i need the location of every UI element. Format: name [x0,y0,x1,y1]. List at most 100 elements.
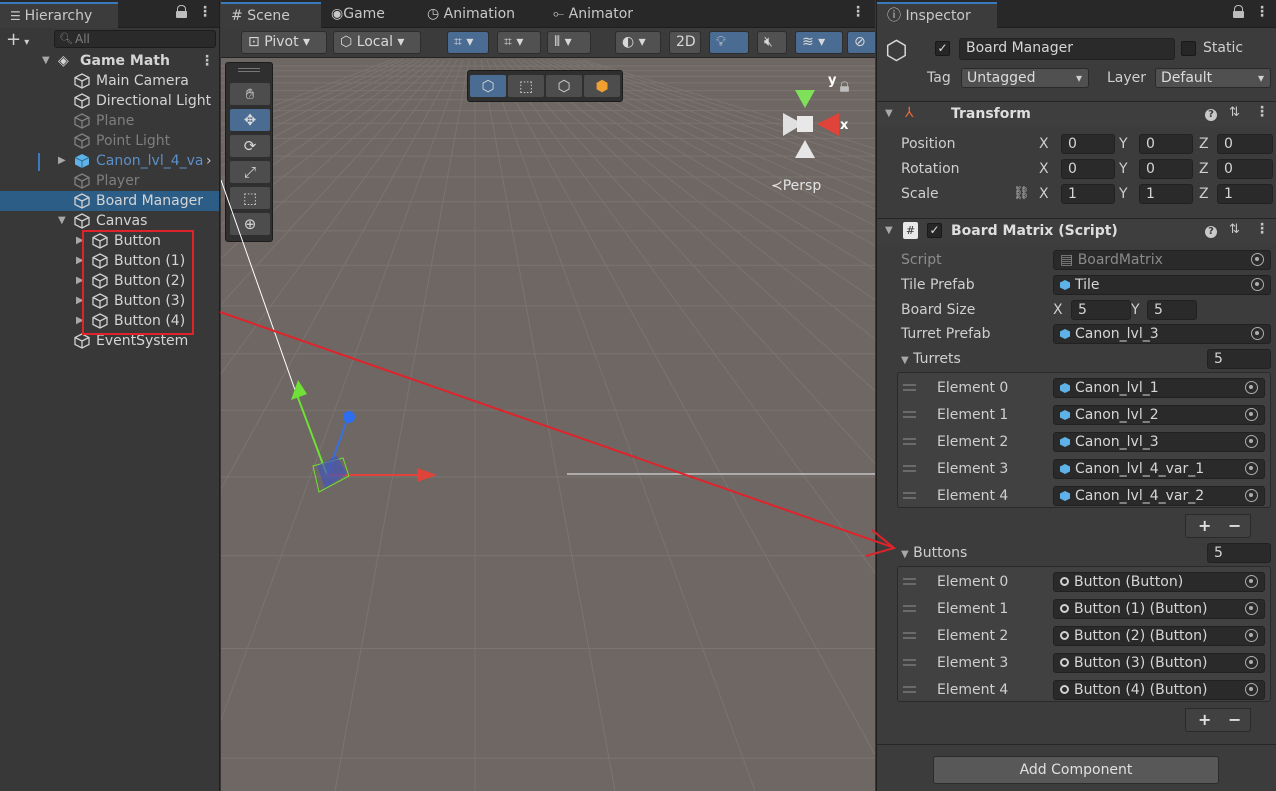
transform-fold-icon[interactable]: ▼ [885,108,893,119]
board-matrix-preset-icon[interactable]: ⇅ [1229,222,1240,237]
reorder-handle-icon[interactable] [903,492,916,499]
object-picker-target-icon[interactable] [1245,381,1258,394]
hierarchy-item-button-4[interactable]: ▶ Button (4) [0,311,219,331]
open-prefab-chevron-icon[interactable]: › [206,151,212,171]
buttons-remove-button[interactable]: − [1228,710,1241,729]
reorder-handle-icon[interactable] [903,578,916,585]
hierarchy-item-canon-lvl-4[interactable]: ▶ Canon_lvl_4_va › [0,151,219,171]
board-size-y-field[interactable]: 5 [1147,300,1197,320]
object-picker-target-icon[interactable] [1245,489,1258,502]
tile-prefab-target-icon[interactable] [1251,278,1264,291]
position-x-field[interactable]: 0 [1061,134,1115,154]
expand-arrow-icon[interactable]: ▶ [76,231,86,251]
expand-arrow-icon[interactable]: ▼ [58,211,68,231]
hierarchy-item-point-light[interactable]: Point Light [0,131,219,151]
buttons-element-field[interactable]: Button (4) (Button) [1053,680,1265,700]
active-checkbox[interactable]: ✓ [935,41,950,56]
rotation-x-field[interactable]: 0 [1061,159,1115,179]
transform-header[interactable]: ▼ ⅄ Transform ? ⇅ ⋮ [877,101,1276,127]
constrain-proportions-icon[interactable]: ⛓︎ [1013,186,1030,201]
object-picker-target-icon[interactable] [1245,575,1258,588]
reorder-handle-icon[interactable] [903,605,916,612]
scale-z-field[interactable]: 1 [1217,184,1273,204]
buttons-fold-icon[interactable]: ▼ [901,549,909,560]
rotation-y-field[interactable]: 0 [1139,159,1193,179]
layer-dropdown[interactable]: Default [1155,68,1271,88]
buttons-element-field[interactable]: Button (Button) [1053,572,1265,592]
expand-arrow-icon[interactable]: ▼ [42,51,52,71]
reorder-handle-icon[interactable] [903,465,916,472]
turrets-element-field[interactable]: Canon_lvl_1 [1053,378,1265,398]
reorder-handle-icon[interactable] [903,384,916,391]
buttons-size-field[interactable]: 5 [1207,543,1271,563]
position-y-field[interactable]: 0 [1139,134,1193,154]
scale-x-field[interactable]: 1 [1061,184,1115,204]
hierarchy-item-button-0[interactable]: ▶ Button [0,231,219,251]
x-axis-arrow-icon[interactable] [417,468,437,482]
scene-root-row[interactable]: ▼ ◈ Game Math ⋮ [0,51,219,71]
buttons-element-field[interactable]: Button (2) (Button) [1053,626,1265,646]
tab-inspector[interactable]: ⓘ Inspector [877,2,997,28]
turrets-element-field[interactable]: Canon_lvl_4_var_2 [1053,486,1265,506]
hierarchy-search-input[interactable]: 🔍︎ All [54,30,216,48]
reorder-handle-icon[interactable] [903,632,916,639]
board-size-x-field[interactable]: 5 [1071,300,1131,320]
y-axis-arrow-icon[interactable] [291,380,307,400]
tag-dropdown[interactable]: Untagged [961,68,1089,88]
object-picker-target-icon[interactable] [1245,435,1258,448]
hierarchy-item-button-1[interactable]: ▶ Button (1) [0,251,219,271]
object-picker-target-icon[interactable] [1245,408,1258,421]
expand-arrow-icon[interactable]: ▶ [76,311,86,331]
turrets-element-field[interactable]: Canon_lvl_3 [1053,432,1265,452]
object-picker-target-icon[interactable] [1245,629,1258,642]
expand-arrow-icon[interactable]: ▶ [76,271,86,291]
move-handle-gizmo[interactable] [221,0,875,791]
board-matrix-fold-icon[interactable]: ▼ [885,225,893,236]
object-name-field[interactable]: Board Manager [959,38,1175,60]
z-axis-handle-icon[interactable] [343,411,355,423]
add-component-button[interactable]: Add Component [933,756,1219,784]
hierarchy-item-button-2[interactable]: ▶ Button (2) [0,271,219,291]
buttons-add-button[interactable]: + [1198,710,1211,729]
reorder-handle-icon[interactable] [903,438,916,445]
turrets-foldout[interactable]: ▼ Turrets [901,351,961,367]
scene-panel[interactable]: # Scene ◉Game ◷ Animation ⟜ Animator ⋮ ⊡… [221,0,875,791]
hierarchy-item-main-camera[interactable]: Main Camera [0,71,219,91]
inspector-lock-icon[interactable] [1233,5,1244,19]
hierarchy-item-player[interactable]: Player [0,171,219,191]
turrets-element-field[interactable]: Canon_lvl_4_var_1 [1053,459,1265,479]
inspector-more-icon[interactable]: ⋮ [1255,4,1269,20]
reorder-handle-icon[interactable] [903,659,916,666]
hierarchy-item-event-system[interactable]: EventSystem [0,331,219,351]
turrets-size-field[interactable]: 5 [1207,349,1271,369]
board-matrix-more-icon[interactable]: ⋮ [1255,221,1269,237]
board-matrix-enabled-checkbox[interactable]: ✓ [927,223,942,238]
expand-arrow-icon[interactable]: ▶ [58,151,68,171]
create-button[interactable]: + ▾ [6,29,29,50]
buttons-element-field[interactable]: Button (3) (Button) [1053,653,1265,673]
more-options-icon[interactable]: ⋮ [198,4,212,20]
board-matrix-help-icon[interactable]: ? [1205,226,1217,238]
tile-prefab-field[interactable]: Tile [1053,275,1271,295]
preset-icon[interactable]: ⇅ [1229,105,1240,120]
rotation-z-field[interactable]: 0 [1217,159,1273,179]
turrets-element-field[interactable]: Canon_lvl_2 [1053,405,1265,425]
turret-prefab-field[interactable]: Canon_lvl_3 [1053,324,1271,344]
turrets-fold-icon[interactable]: ▼ [901,355,909,366]
hierarchy-item-board-manager[interactable]: Board Manager [0,191,219,211]
expand-arrow-icon[interactable]: ▶ [76,291,86,311]
board-matrix-header[interactable]: ▼ # ✓ Board Matrix (Script) ? ⇅ ⋮ [877,218,1276,244]
lock-icon[interactable] [176,5,187,19]
buttons-element-field[interactable]: Button (1) (Button) [1053,599,1265,619]
object-picker-target-icon[interactable] [1245,683,1258,696]
buttons-foldout[interactable]: ▼ Buttons [901,545,967,561]
expand-arrow-icon[interactable]: ▶ [76,251,86,271]
reorder-handle-icon[interactable] [903,411,916,418]
transform-more-icon[interactable]: ⋮ [1255,104,1269,120]
hierarchy-item-canvas[interactable]: ▼ Canvas [0,211,219,231]
scale-y-field[interactable]: 1 [1139,184,1193,204]
hierarchy-item-button-3[interactable]: ▶ Button (3) [0,291,219,311]
turret-prefab-target-icon[interactable] [1251,327,1264,340]
position-z-field[interactable]: 0 [1217,134,1273,154]
hierarchy-item-plane[interactable]: Plane [0,111,219,131]
